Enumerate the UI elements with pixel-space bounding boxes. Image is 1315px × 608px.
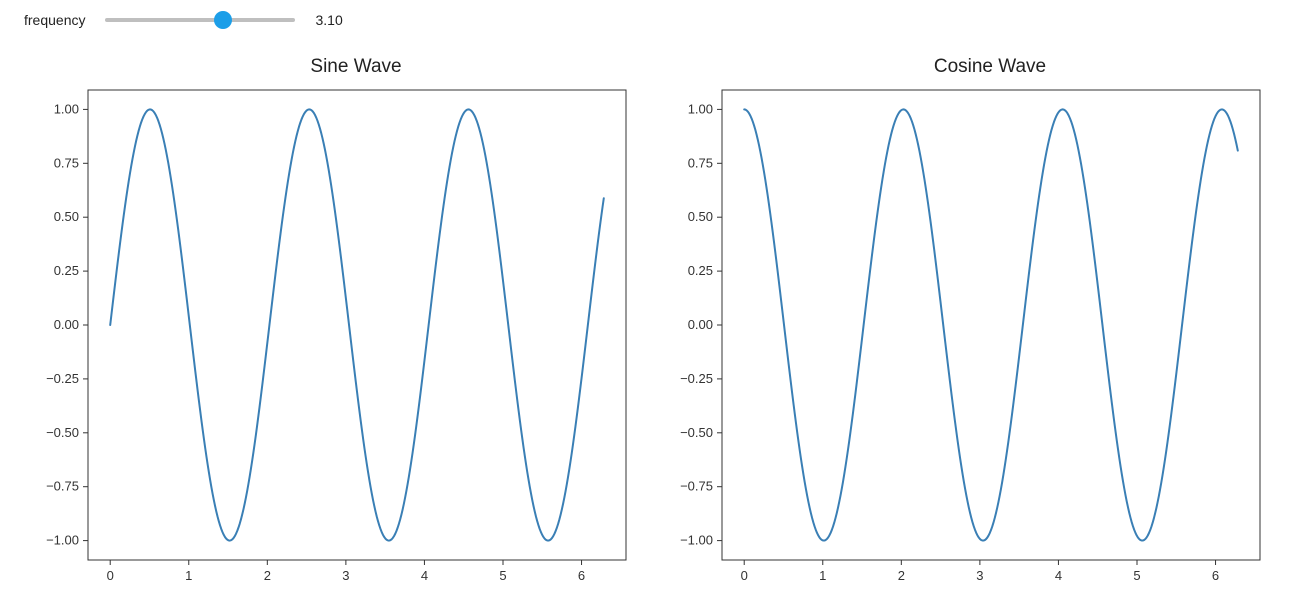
svg-text:−0.50: −0.50 [46, 425, 79, 440]
svg-text:5: 5 [1133, 568, 1140, 583]
svg-text:0.00: 0.00 [688, 317, 713, 332]
svg-text:6: 6 [1212, 568, 1219, 583]
svg-text:−1.00: −1.00 [680, 533, 713, 548]
svg-text:0.75: 0.75 [688, 155, 713, 170]
slider-value-readout: 3.10 [315, 12, 355, 28]
svg-text:1.00: 1.00 [54, 101, 79, 116]
sine-chart: Sine Wave 0 1 2 3 4 5 6 −1.00 −0.75 −0.50 −0.25 0.0… [20, 44, 640, 600]
cosine-plot: 0 1 2 3 4 5 6 −1.00 −0.75 −0.50 −0.25 0.00 0.25 0.50 0… [654, 80, 1274, 600]
slider-label: frequency [24, 12, 85, 28]
svg-text:3: 3 [976, 568, 983, 583]
svg-text:2: 2 [264, 568, 271, 583]
svg-text:−1.00: −1.00 [46, 533, 79, 548]
svg-text:−0.25: −0.25 [680, 371, 713, 386]
svg-text:0.25: 0.25 [688, 263, 713, 278]
svg-text:−0.75: −0.75 [46, 479, 79, 494]
svg-text:−0.50: −0.50 [680, 425, 713, 440]
svg-text:−0.75: −0.75 [680, 479, 713, 494]
svg-text:−0.25: −0.25 [46, 371, 79, 386]
frequency-slider[interactable] [105, 10, 295, 30]
sine-plot: 0 1 2 3 4 5 6 −1.00 −0.75 −0.50 −0.25 0.00 0.25 0.50 0… [20, 80, 640, 600]
svg-text:6: 6 [578, 568, 585, 583]
slider-track [105, 18, 295, 22]
svg-text:4: 4 [1055, 568, 1062, 583]
sine-plot-svg: 0 1 2 3 4 5 6 −1.00 −0.75 −0.50 −0.25 0.00 0.25 0.50 0… [20, 80, 640, 600]
svg-text:5: 5 [499, 568, 506, 583]
svg-text:0: 0 [741, 568, 748, 583]
svg-text:1.00: 1.00 [688, 101, 713, 116]
sine-chart-title: Sine Wave [310, 56, 401, 78]
svg-text:1: 1 [185, 568, 192, 583]
svg-text:0.25: 0.25 [54, 263, 79, 278]
cosine-chart-title: Cosine Wave [934, 56, 1046, 78]
svg-text:1: 1 [819, 568, 826, 583]
svg-text:0: 0 [107, 568, 114, 583]
slider-thumb-icon[interactable] [214, 11, 232, 29]
svg-text:0.50: 0.50 [54, 209, 79, 224]
svg-text:2: 2 [898, 568, 905, 583]
slider-row: frequency 3.10 [0, 0, 1315, 34]
svg-text:3: 3 [342, 568, 349, 583]
svg-text:0.50: 0.50 [688, 209, 713, 224]
cosine-plot-svg: 0 1 2 3 4 5 6 −1.00 −0.75 −0.50 −0.25 0.00 0.25 0.50 0… [654, 80, 1274, 600]
charts-container: Sine Wave 0 1 2 3 4 5 6 −1.00 −0.75 −0.50 −0.25 0.0… [0, 34, 1315, 600]
svg-text:0.00: 0.00 [54, 317, 79, 332]
svg-text:0.75: 0.75 [54, 155, 79, 170]
cosine-chart: Cosine Wave 0123456−1.00−0.75−0.50−0.250… [654, 44, 1274, 600]
svg-text:4: 4 [421, 568, 428, 583]
